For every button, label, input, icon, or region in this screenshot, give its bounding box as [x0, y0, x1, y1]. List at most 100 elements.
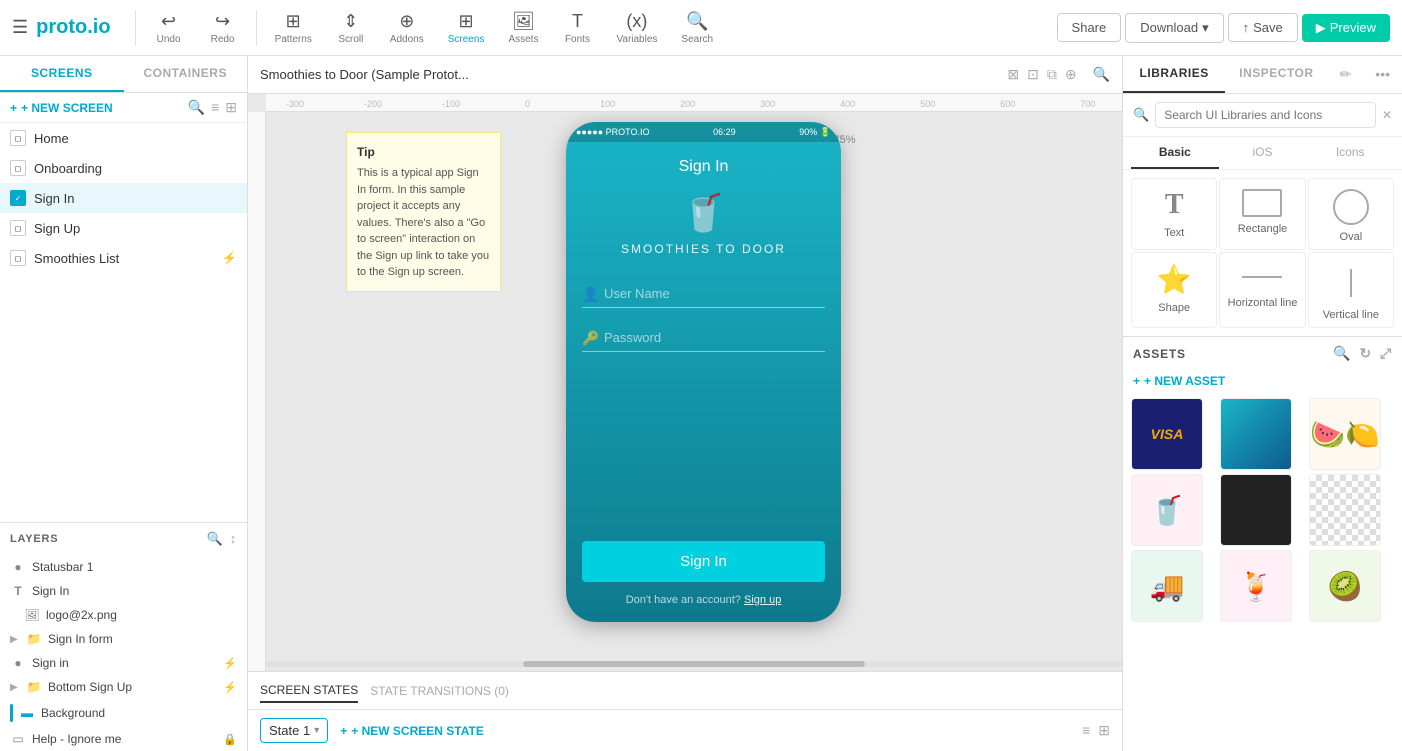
canvas-horizontal-scrollbar[interactable]	[266, 661, 1122, 667]
phone-password-input[interactable]	[582, 324, 825, 352]
new-screen-button[interactable]: + + NEW SCREEN	[10, 101, 184, 115]
canvas-search-icon[interactable]: 🔍	[1093, 66, 1110, 83]
ui-item-oval[interactable]: Oval	[1308, 178, 1394, 250]
layer-group-toggle-form[interactable]: ▶	[10, 634, 20, 645]
ui-item-vline[interactable]: Vertical line	[1308, 252, 1394, 328]
tab-icons[interactable]: Icons	[1306, 137, 1394, 169]
addons-button[interactable]: ⊕ Addons	[380, 7, 434, 49]
libraries-search-input[interactable]	[1155, 102, 1376, 128]
tab-screens[interactable]: SCREENS	[0, 56, 124, 92]
layer-item-background[interactable]: ▬ Background	[0, 699, 247, 727]
preview-button[interactable]: ▶ Preview	[1302, 14, 1390, 42]
tab-state-transitions[interactable]: STATE TRANSITIONS (0)	[370, 680, 509, 702]
share-button[interactable]: Share	[1057, 13, 1122, 42]
screen-item-home[interactable]: ◻ Home	[0, 123, 247, 153]
asset-thumb-gradient[interactable]	[1220, 398, 1292, 470]
phone-content: Sign In 🥤 SMOOTHIES TO DOOR 👤 🔑	[566, 142, 841, 622]
state-selector[interactable]: State 1 ▾	[260, 718, 328, 743]
shape-label: Shape	[1158, 302, 1190, 314]
state-list-icon[interactable]: ≡	[1082, 722, 1090, 739]
ui-item-hline[interactable]: Horizontal line	[1219, 252, 1305, 328]
layer-group-toggle-signup[interactable]: ▶	[10, 682, 20, 693]
main-content: SCREENS CONTAINERS + + NEW SCREEN 🔍 ≡ ⊞ …	[0, 56, 1402, 751]
screen-onboarding-icon: ◻	[10, 160, 26, 176]
asset-thumb-fruit[interactable]: 🍉🍋	[1309, 398, 1381, 470]
canvas-scrollbar-thumb[interactable]	[523, 661, 865, 667]
download-chevron-icon: ▾	[1202, 20, 1209, 36]
search-button[interactable]: 🔍 Search	[671, 7, 723, 49]
save-button[interactable]: ↑ Save	[1228, 13, 1298, 42]
canvas-viewport[interactable]: Sign In: State 1 375×667 75% Tip This is…	[266, 112, 1122, 671]
layer-item-signin-text[interactable]: T Sign In	[0, 579, 247, 603]
layer-item-logo[interactable]: 🖼 logo@2x.png	[0, 603, 247, 627]
layers-search-icon[interactable]: 🔍	[207, 531, 224, 547]
canvas-ruler-area: -300 -200 -100 0 100 200 300 400 500 600…	[248, 94, 1122, 671]
tab-ios[interactable]: iOS	[1219, 137, 1307, 169]
vline-shape-icon	[1350, 263, 1352, 303]
asset-thumb-lines[interactable]	[1220, 474, 1292, 546]
screen-item-signup[interactable]: ◻ Sign Up	[0, 213, 247, 243]
screen-item-smoothies-list[interactable]: ◻ Smoothies List ⚡	[0, 243, 247, 273]
search-screens-icon[interactable]: 🔍	[188, 99, 205, 116]
screen-item-signin[interactable]: ✓ Sign In	[0, 183, 247, 213]
tip-body: This is a typical app Sign In form. In t…	[357, 165, 490, 281]
grid-view-icon[interactable]: ⊞	[225, 99, 237, 116]
redo-icon: ↪	[215, 11, 230, 32]
asset-thumb-truck[interactable]: 🚚	[1131, 550, 1203, 622]
screen-item-onboarding[interactable]: ◻ Onboarding	[0, 153, 247, 183]
undo-button[interactable]: ↩ Undo	[144, 7, 194, 49]
toolbar-right: Share Download ▾ ↑ Save ▶ Preview	[1057, 13, 1390, 43]
new-screen-state-button[interactable]: + + NEW SCREEN STATE	[340, 724, 484, 738]
asset-thumb-kiwi[interactable]: 🥝	[1309, 550, 1381, 622]
layer-list: ● Statusbar 1 T Sign In 🖼 logo@2x.png ▶ …	[0, 555, 247, 751]
right-panel-ellipsis-icon[interactable]: •••	[1363, 56, 1402, 93]
tab-screen-states[interactable]: SCREEN STATES	[260, 679, 358, 703]
new-asset-button[interactable]: + + NEW ASSET	[1123, 370, 1402, 392]
patterns-button[interactable]: ⊞ Patterns	[265, 7, 322, 49]
menu-icon[interactable]: ☰	[12, 17, 28, 38]
assets-refresh-icon[interactable]: ↻	[1359, 345, 1372, 362]
state-grid-icon[interactable]: ⊞	[1098, 722, 1110, 739]
assets-expand-icon[interactable]: ⤢	[1380, 345, 1392, 362]
list-view-icon[interactable]: ≡	[211, 99, 219, 116]
tab-basic[interactable]: Basic	[1131, 137, 1219, 169]
fonts-button[interactable]: T Fonts	[552, 7, 602, 49]
canvas-copy-icon[interactable]: ⊕	[1065, 66, 1077, 83]
tab-containers[interactable]: CONTAINERS	[124, 56, 248, 92]
ui-item-shape[interactable]: ⭐ Shape	[1131, 252, 1217, 328]
layers-sort-icon[interactable]: ↕	[230, 531, 237, 547]
layer-item-statusbar[interactable]: ● Statusbar 1	[0, 555, 247, 579]
tab-inspector[interactable]: INSPECTOR	[1225, 56, 1327, 93]
patterns-label: Patterns	[275, 34, 312, 45]
phone-username-input[interactable]	[582, 280, 825, 308]
layer-item-bottom-signup[interactable]: ▶ 📁 Bottom Sign Up ⚡	[0, 675, 247, 699]
canvas-fit-icon[interactable]: ⊡	[1027, 66, 1039, 83]
redo-button[interactable]: ↪ Redo	[198, 7, 248, 49]
screens-button[interactable]: ⊞ Screens	[438, 7, 495, 49]
ui-item-rectangle[interactable]: Rectangle	[1219, 178, 1305, 250]
assets-search-icon[interactable]: 🔍	[1333, 345, 1351, 362]
right-panel-edit-icon[interactable]: ✏	[1328, 56, 1364, 93]
tab-libraries[interactable]: LIBRARIES	[1123, 56, 1225, 93]
layer-item-signin-form[interactable]: ▶ 📁 Sign In form	[0, 627, 247, 651]
phone-signin-button[interactable]: Sign In	[582, 541, 825, 582]
asset-thumb-smoothie[interactable]: 🥤	[1131, 474, 1203, 546]
tip-title: Tip	[357, 143, 490, 161]
canvas-duplicate-icon[interactable]: ⧉	[1047, 66, 1057, 83]
layer-item-signin-btn[interactable]: ● Sign in ⚡	[0, 651, 247, 675]
state-bar-right-icons: ≡ ⊞	[1082, 722, 1110, 739]
layer-item-help[interactable]: ▭ Help - Ignore me 🔒	[0, 727, 247, 751]
ui-item-text[interactable]: T Text	[1131, 178, 1217, 250]
download-button[interactable]: Download ▾	[1125, 13, 1223, 43]
asset-thumb-checkerboard[interactable]	[1309, 474, 1381, 546]
asset-thumb-drink[interactable]: 🍹	[1220, 550, 1292, 622]
phone-signup-link[interactable]: Sign up	[744, 594, 781, 606]
search-clear-icon[interactable]: ✕	[1382, 108, 1392, 122]
state-chevron-icon: ▾	[314, 725, 319, 736]
screens-label: Screens	[448, 34, 485, 45]
canvas-resize-icon[interactable]: ⊠	[1007, 66, 1019, 83]
variables-button[interactable]: (x) Variables	[606, 7, 667, 49]
assets-button[interactable]: 🖼 Assets	[498, 7, 548, 49]
scroll-button[interactable]: ⇕ Scroll	[326, 7, 376, 49]
asset-thumb-visa[interactable]: VISA	[1131, 398, 1203, 470]
